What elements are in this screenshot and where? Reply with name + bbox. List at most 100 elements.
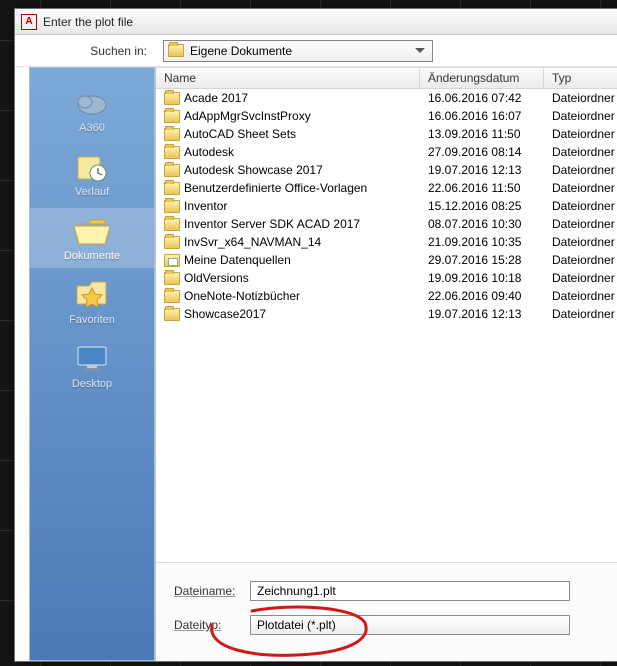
folder-icon (164, 164, 184, 177)
desktop-icon (72, 342, 112, 376)
folder-icon (164, 272, 184, 285)
list-item-name: Acade 2017 (184, 91, 428, 105)
places-item-label: Verlauf (75, 186, 109, 198)
list-item[interactable]: Autodesk27.09.2016 08:14Dateiordner (156, 143, 617, 161)
list-item-name: Inventor (184, 199, 428, 213)
folder-icon (164, 128, 184, 141)
list-item-name: AdAppMgrSvcInstProxy (184, 109, 428, 123)
list-item-name: OldVersions (184, 271, 428, 285)
list-item-date: 29.07.2016 15:28 (428, 253, 552, 267)
list-item[interactable]: OldVersions19.09.2016 10:18Dateiordner (156, 269, 617, 287)
places-item-favoriten[interactable]: Favoriten (30, 272, 154, 332)
list-item[interactable]: Inventor15.12.2016 08:25Dateiordner (156, 197, 617, 215)
list-item-name: Showcase2017 (184, 307, 428, 321)
list-header[interactable]: Name Änderungsdatum Typ (156, 67, 617, 89)
history-icon (72, 150, 112, 184)
places-item-label: Desktop (72, 378, 112, 390)
folder-icon (164, 200, 184, 213)
list-item-date: 16.06.2016 07:42 (428, 91, 552, 105)
folder-icon (164, 182, 184, 195)
filetype-value: Plotdatei (*.plt) (257, 618, 336, 632)
places-bar: A360 Verlauf Dokumente Favoriten Desktop (29, 67, 155, 661)
folder-icon (164, 110, 184, 123)
list-item-date: 19.07.2016 12:13 (428, 307, 552, 321)
list-item-type: Dateiordner (552, 181, 617, 195)
places-item-desktop[interactable]: Desktop (30, 336, 154, 396)
list-item[interactable]: Showcase201719.07.2016 12:13Dateiordner (156, 305, 617, 323)
list-item-type: Dateiordner (552, 253, 617, 267)
filetype-label: Dateityp: (156, 618, 250, 632)
window-title: Enter the plot file (43, 15, 133, 29)
list-item-type: Dateiordner (552, 163, 617, 177)
list-item-name: Inventor Server SDK ACAD 2017 (184, 217, 428, 231)
list-item[interactable]: AutoCAD Sheet Sets13.09.2016 11:50Dateio… (156, 125, 617, 143)
list-item-type: Dateiordner (552, 235, 617, 249)
list-item[interactable]: Meine Datenquellen29.07.2016 15:28Dateio… (156, 251, 617, 269)
list-item-date: 16.06.2016 16:07 (428, 109, 552, 123)
folder-icon (164, 146, 184, 159)
list-item-date: 22.06.2016 11:50 (428, 181, 552, 195)
list-item-name: Autodesk (184, 145, 428, 159)
dialog-body: A360 Verlauf Dokumente Favoriten Desktop Nam… (29, 67, 617, 661)
list-item[interactable]: InvSvr_x64_NAVMAN_1421.09.2016 10:35Date… (156, 233, 617, 251)
favorites-icon (72, 278, 112, 312)
folder-icon (164, 308, 184, 321)
places-item-label: Favoriten (69, 314, 115, 326)
list-item[interactable]: Autodesk Showcase 201719.07.2016 12:13Da… (156, 161, 617, 179)
list-item-type: Dateiordner (552, 307, 617, 321)
folder-icon (164, 92, 184, 105)
column-header-name[interactable]: Name (156, 68, 420, 88)
column-header-type[interactable]: Typ (544, 68, 617, 88)
save-dialog-window: A Enter the plot file Suchen in: Eigene … (14, 8, 617, 662)
file-list[interactable]: Acade 201716.06.2016 07:42DateiordnerAdA… (156, 89, 617, 562)
autocad-app-icon: A (21, 14, 37, 30)
list-item-type: Dateiordner (552, 91, 617, 105)
list-item-name: AutoCAD Sheet Sets (184, 127, 428, 141)
folder-open-icon (72, 214, 112, 248)
list-item-date: 13.09.2016 11:50 (428, 127, 552, 141)
places-item-label: A360 (79, 122, 105, 134)
list-item-date: 19.07.2016 12:13 (428, 163, 552, 177)
list-item-date: 27.09.2016 08:14 (428, 145, 552, 159)
filetype-combo[interactable]: Plotdatei (*.plt) (250, 615, 570, 635)
list-item-type: Dateiordner (552, 127, 617, 141)
list-item-name: Meine Datenquellen (184, 253, 428, 267)
list-item-name: Benutzerdefinierte Office-Vorlagen (184, 181, 428, 195)
places-item-a360[interactable]: A360 (30, 80, 154, 140)
list-item[interactable]: Benutzerdefinierte Office-Vorlagen22.06.… (156, 179, 617, 197)
list-item-date: 22.06.2016 09:40 (428, 289, 552, 303)
search-in-value: Eigene Dokumente (190, 44, 292, 58)
search-in-combo[interactable]: Eigene Dokumente (163, 40, 433, 62)
filename-label: Dateiname: (156, 584, 250, 598)
folder-icon (168, 44, 184, 57)
list-item[interactable]: Inventor Server SDK ACAD 201708.07.2016 … (156, 215, 617, 233)
list-item-date: 15.12.2016 08:25 (428, 199, 552, 213)
list-item-type: Dateiordner (552, 145, 617, 159)
list-item-type: Dateiordner (552, 109, 617, 123)
places-item-dokumente[interactable]: Dokumente (30, 208, 154, 268)
list-item[interactable]: AdAppMgrSvcInstProxy16.06.2016 16:07Date… (156, 107, 617, 125)
list-item-type: Dateiordner (552, 289, 617, 303)
chevron-down-icon (412, 48, 428, 54)
column-header-date[interactable]: Änderungsdatum (420, 68, 544, 88)
folder-icon (164, 290, 184, 303)
list-item-type: Dateiordner (552, 217, 617, 231)
folder-icon (164, 218, 184, 231)
list-item-name: Autodesk Showcase 2017 (184, 163, 428, 177)
list-item-date: 19.09.2016 10:18 (428, 271, 552, 285)
filename-input[interactable] (250, 581, 570, 601)
list-item-name: InvSvr_x64_NAVMAN_14 (184, 235, 428, 249)
list-item-type: Dateiordner (552, 271, 617, 285)
cloud-icon (72, 86, 112, 120)
places-item-verlauf[interactable]: Verlauf (30, 144, 154, 204)
list-item-date: 08.07.2016 10:30 (428, 217, 552, 231)
places-item-label: Dokumente (64, 250, 120, 262)
list-item[interactable]: OneNote-Notizbücher22.06.2016 09:40Datei… (156, 287, 617, 305)
list-item[interactable]: Acade 201716.06.2016 07:42Dateiordner (156, 89, 617, 107)
search-in-label: Suchen in: (15, 44, 155, 58)
titlebar[interactable]: A Enter the plot file (15, 9, 617, 35)
list-item-type: Dateiordner (552, 199, 617, 213)
file-list-pane: Name Änderungsdatum Typ Acade 201716.06.… (155, 67, 617, 661)
list-item-name: OneNote-Notizbücher (184, 289, 428, 303)
bottom-fields: Dateiname: Dateityp: Plotdatei (*.plt) (156, 562, 617, 661)
